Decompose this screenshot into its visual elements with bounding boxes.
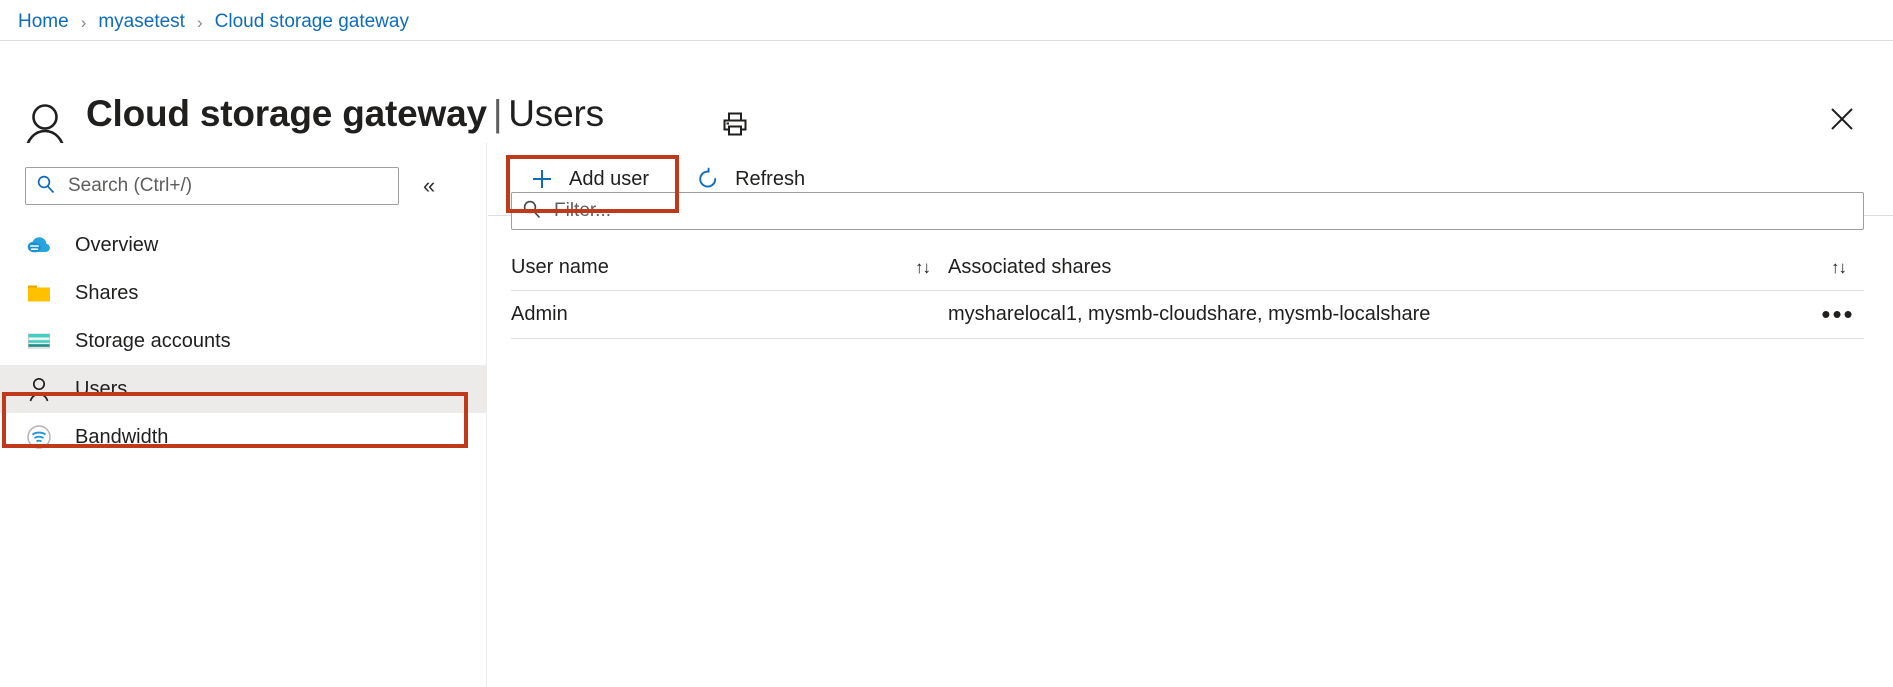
column-header-associated-shares[interactable]: Associated shares ↑↓ <box>948 245 1864 290</box>
breadcrumb-item-myasetest[interactable]: myasetest <box>98 11 185 33</box>
blade-header: Cloud storage gateway|Users myasetest <box>0 41 1893 166</box>
sidebar-item-overview[interactable]: Overview <box>0 221 487 269</box>
folder-icon <box>25 279 53 307</box>
users-table: User name ↑↓ Associated shares ↑↓ Admin … <box>511 245 1864 339</box>
breadcrumb: Home › myasetest › Cloud storage gateway <box>18 6 409 38</box>
close-button[interactable] <box>1822 101 1862 141</box>
page-title-pipe: | <box>492 93 503 134</box>
search-box[interactable] <box>25 167 399 205</box>
refresh-icon <box>695 166 721 192</box>
sidebar-item-bandwidth[interactable]: Bandwidth <box>0 413 487 461</box>
plus-icon <box>529 166 555 192</box>
blade-sidebar: « Overview <box>0 143 487 687</box>
sidebar-item-users[interactable]: Users <box>0 365 487 413</box>
breadcrumb-item-cloud-storage-gateway[interactable]: Cloud storage gateway <box>215 11 409 33</box>
sidebar-item-shares[interactable]: Shares <box>0 269 487 317</box>
page-title: Cloud storage gateway | Users <box>86 93 604 135</box>
sidebar-item-storage-accounts[interactable]: Storage accounts <box>0 317 487 365</box>
breadcrumb-separator-icon: › <box>196 12 203 32</box>
search-icon <box>36 174 56 199</box>
sidebar-item-label: Users <box>75 377 128 400</box>
sort-icon[interactable]: ↑↓ <box>915 258 931 278</box>
user-icon <box>25 375 53 403</box>
sidebar-nav-list: Overview Shares Storage accounts Users B… <box>0 221 487 461</box>
filter-input[interactable] <box>552 199 1853 223</box>
azure-portal-blade: Home › myasetest › Cloud storage gateway… <box>0 0 1893 687</box>
sidebar-item-label: Storage accounts <box>75 329 231 352</box>
page-title-section: Users <box>508 93 604 134</box>
storage-accounts-icon <box>25 327 53 355</box>
cloud-icon <box>25 231 53 259</box>
cell-associated-shares: mysharelocal1, mysmb-cloudshare, mysmb-l… <box>948 303 1431 325</box>
sidebar-item-label: Overview <box>75 233 159 256</box>
search-input[interactable] <box>66 174 388 198</box>
blade-content: Add user Refresh Filter... User name ↑↓ … <box>488 143 1893 687</box>
close-icon <box>1829 106 1855 137</box>
breadcrumb-item-home[interactable]: Home <box>18 11 69 33</box>
collapse-sidebar-icon[interactable]: « <box>423 175 435 197</box>
print-button[interactable] <box>716 107 754 145</box>
sidebar-item-label: Shares <box>75 281 139 304</box>
table-row[interactable]: Admin mysharelocal1, mysmb-cloudshare, m… <box>511 291 1864 339</box>
row-context-menu-icon[interactable]: ••• <box>1812 301 1864 328</box>
printer-icon <box>721 110 749 143</box>
column-header-user-name[interactable]: User name ↑↓ <box>511 245 948 290</box>
bandwidth-icon <box>25 423 53 451</box>
column-header-label: Associated shares <box>948 256 1112 278</box>
table-header-row: User name ↑↓ Associated shares ↑↓ <box>511 245 1864 291</box>
cell-user-name: Admin <box>511 303 568 325</box>
search-icon <box>522 199 542 224</box>
breadcrumb-separator-icon: › <box>80 12 87 32</box>
page-title-resource: Cloud storage gateway <box>86 93 487 134</box>
filter-box[interactable] <box>511 192 1864 230</box>
refresh-label: Refresh <box>735 167 806 190</box>
sidebar-search-row: « <box>25 165 465 207</box>
sort-icon[interactable]: ↑↓ <box>1831 258 1847 278</box>
add-user-label: Add user <box>569 167 650 190</box>
sidebar-item-label: Bandwidth <box>75 425 169 448</box>
column-header-label: User name <box>511 256 609 278</box>
